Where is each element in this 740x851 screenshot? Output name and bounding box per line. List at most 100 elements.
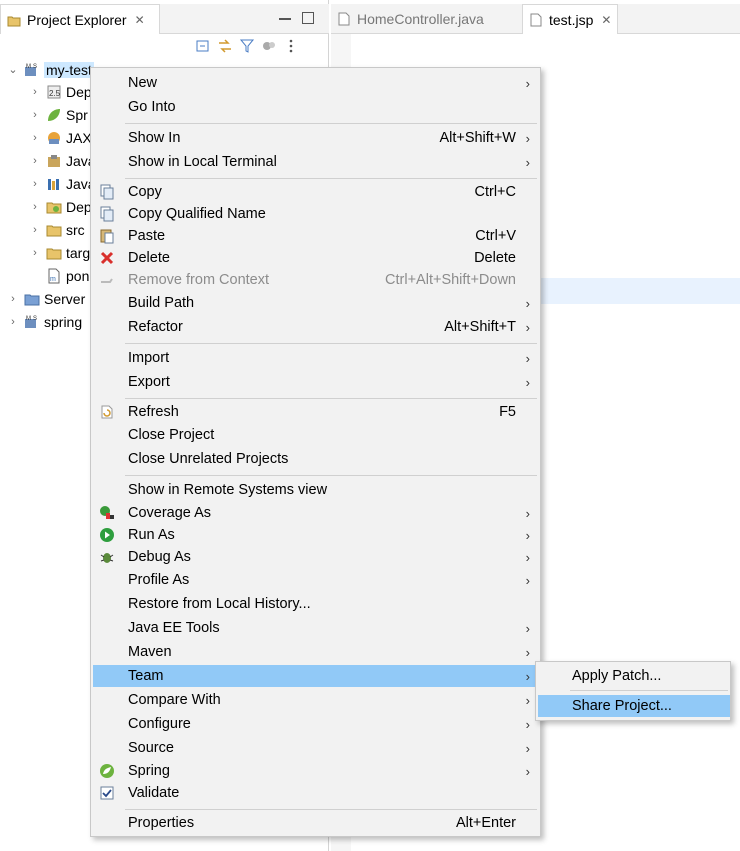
menu-item-refactor[interactable]: Refactor Alt+Shift+T › bbox=[93, 316, 538, 338]
chevron-right-icon[interactable]: › bbox=[6, 293, 20, 305]
close-icon[interactable]: ✕ bbox=[601, 13, 611, 27]
minimize-button[interactable] bbox=[279, 12, 291, 20]
project-explorer-icon bbox=[7, 14, 21, 26]
close-icon[interactable]: ✕ bbox=[135, 13, 145, 27]
menu-item-coverage-as[interactable]: Coverage As › bbox=[93, 502, 538, 524]
tree-item[interactable]: › Server bbox=[6, 287, 85, 310]
chevron-right-icon[interactable]: › bbox=[28, 86, 42, 98]
chevron-right-icon[interactable]: › bbox=[6, 316, 20, 328]
tree-item[interactable]: › MS spring bbox=[6, 310, 82, 333]
filter-icon[interactable] bbox=[239, 38, 255, 54]
menu-item-copy-qualified-name[interactable]: Copy Qualified Name bbox=[93, 203, 538, 225]
tree-item-label: Server bbox=[44, 290, 86, 307]
menu-item-label: Paste bbox=[128, 228, 166, 244]
tree-item[interactable]: › src bbox=[28, 218, 85, 241]
menu-item-show-in-local-terminal[interactable]: Show in Local Terminal › bbox=[93, 151, 538, 173]
menu-item-paste[interactable]: Paste Ctrl+V bbox=[93, 225, 538, 247]
menu-item-close-unrelated-projects[interactable]: Close Unrelated Projects bbox=[93, 448, 538, 470]
chevron-right-icon: › bbox=[525, 130, 530, 146]
menu-item-spring[interactable]: Spring › bbox=[93, 760, 538, 782]
tree-item-label: Spr bbox=[66, 106, 88, 123]
menu-item-go-into[interactable]: Go Into bbox=[93, 96, 538, 118]
chevron-right-icon: › bbox=[525, 620, 530, 636]
tree-item-label: my-test bbox=[44, 61, 94, 78]
menu-item-label: Refactor bbox=[128, 319, 183, 335]
tree-item[interactable]: › 2.5 Dep bbox=[28, 80, 92, 103]
run-icon bbox=[99, 527, 115, 543]
menu-item-label: Run As bbox=[128, 527, 175, 543]
chevron-right-icon[interactable]: › bbox=[28, 224, 42, 236]
menu-item-validate[interactable]: Validate bbox=[93, 782, 538, 804]
tree-item[interactable]: › targ bbox=[28, 241, 90, 264]
menu-item-share-project[interactable]: Share Project... bbox=[538, 695, 730, 717]
menu-item-label: Source bbox=[128, 740, 174, 756]
menu-item-new[interactable]: New › bbox=[93, 72, 538, 94]
chevron-right-icon: › bbox=[525, 319, 530, 335]
java-resources-icon bbox=[46, 153, 62, 169]
chevron-right-icon[interactable]: › bbox=[28, 201, 42, 213]
tree-item[interactable]: m pon bbox=[42, 264, 89, 287]
menu-item-refresh[interactable]: Refresh F5 bbox=[93, 401, 538, 423]
menu-item-team[interactable]: Team › bbox=[93, 665, 538, 687]
menu-item-run-as[interactable]: Run As › bbox=[93, 524, 538, 546]
tree-item-my-test[interactable]: ⌄ MS my-test bbox=[6, 58, 94, 81]
menu-item-export[interactable]: Export › bbox=[93, 371, 538, 393]
tree-item[interactable]: › JAX bbox=[28, 126, 92, 149]
java-file-icon bbox=[337, 12, 351, 26]
menu-separator bbox=[125, 343, 537, 344]
menu-item-source[interactable]: Source › bbox=[93, 737, 538, 759]
team-submenu: Apply Patch... Share Project... bbox=[535, 661, 731, 721]
menu-item-show-in[interactable]: Show In Alt+Shift+W › bbox=[93, 127, 538, 149]
tab-project-explorer[interactable]: Project Explorer ✕ bbox=[0, 4, 160, 34]
menu-item-java-ee-tools[interactable]: Java EE Tools › bbox=[93, 617, 538, 639]
menu-item-close-project[interactable]: Close Project bbox=[93, 424, 538, 446]
delete-icon bbox=[99, 250, 115, 266]
maven-project-icon: MS bbox=[24, 62, 40, 78]
collapse-all-icon[interactable] bbox=[195, 38, 211, 54]
menu-item-import[interactable]: Import › bbox=[93, 347, 538, 369]
menu-item-maven[interactable]: Maven › bbox=[93, 641, 538, 663]
menu-item-configure[interactable]: Configure › bbox=[93, 713, 538, 735]
view-menu-icon[interactable] bbox=[283, 38, 299, 54]
copy-qualified-icon bbox=[99, 206, 115, 222]
menu-item-label: Delete bbox=[128, 250, 170, 266]
tree-item[interactable]: › Java bbox=[28, 149, 95, 172]
menu-item-restore-from-local-history[interactable]: Restore from Local History... bbox=[93, 593, 538, 615]
tab-label: test.jsp bbox=[549, 11, 594, 28]
project-explorer-toolbar bbox=[195, 38, 299, 56]
menu-item-label: New bbox=[128, 75, 158, 91]
tree-item[interactable]: › Spr bbox=[28, 103, 88, 126]
menu-item-label: Maven bbox=[128, 644, 172, 660]
menu-item-debug-as[interactable]: Debug As › bbox=[93, 546, 538, 568]
chevron-right-icon[interactable]: › bbox=[28, 109, 42, 121]
chevron-right-icon: › bbox=[525, 527, 530, 543]
chevron-right-icon[interactable]: › bbox=[28, 132, 42, 144]
chevron-down-icon[interactable]: ⌄ bbox=[6, 63, 20, 76]
project-explorer-tabbar: Project Explorer ✕ bbox=[0, 4, 329, 34]
chevron-right-icon[interactable]: › bbox=[28, 155, 42, 167]
menu-item-copy[interactable]: Copy Ctrl+C bbox=[93, 181, 538, 203]
jsp-file-icon bbox=[529, 13, 543, 27]
menu-item-profile-as[interactable]: Profile As › bbox=[93, 569, 538, 591]
menu-item-properties[interactable]: Properties Alt+Enter bbox=[93, 812, 538, 834]
maximize-button[interactable] bbox=[302, 12, 314, 24]
menu-item-label: Team bbox=[128, 668, 164, 684]
svg-text:S: S bbox=[33, 316, 37, 322]
menu-item-apply-patch[interactable]: Apply Patch... bbox=[538, 665, 730, 687]
tab-home-controller[interactable]: HomeController.java bbox=[331, 4, 521, 34]
menu-item-label: Compare With bbox=[128, 692, 221, 708]
tab-test-jsp[interactable]: test.jsp ✕ bbox=[522, 4, 618, 34]
menu-item-build-path[interactable]: Build Path › bbox=[93, 292, 538, 314]
menu-item-show-in-remote-systems-view[interactable]: Show in Remote Systems view bbox=[93, 479, 538, 501]
tree-item[interactable]: › Dep bbox=[28, 195, 92, 218]
menu-item-label: Properties bbox=[128, 815, 195, 831]
menu-item-label: Show in Remote Systems view bbox=[128, 482, 328, 498]
focus-task-icon[interactable] bbox=[261, 38, 277, 54]
tree-item[interactable]: › Java bbox=[28, 172, 95, 195]
chevron-right-icon[interactable]: › bbox=[28, 178, 42, 190]
menu-item-delete[interactable]: Delete Delete bbox=[93, 247, 538, 269]
remove-context-icon bbox=[99, 272, 115, 288]
link-with-editor-icon[interactable] bbox=[217, 38, 233, 54]
chevron-right-icon[interactable]: › bbox=[28, 247, 42, 259]
menu-item-compare-with[interactable]: Compare With › bbox=[93, 689, 538, 711]
